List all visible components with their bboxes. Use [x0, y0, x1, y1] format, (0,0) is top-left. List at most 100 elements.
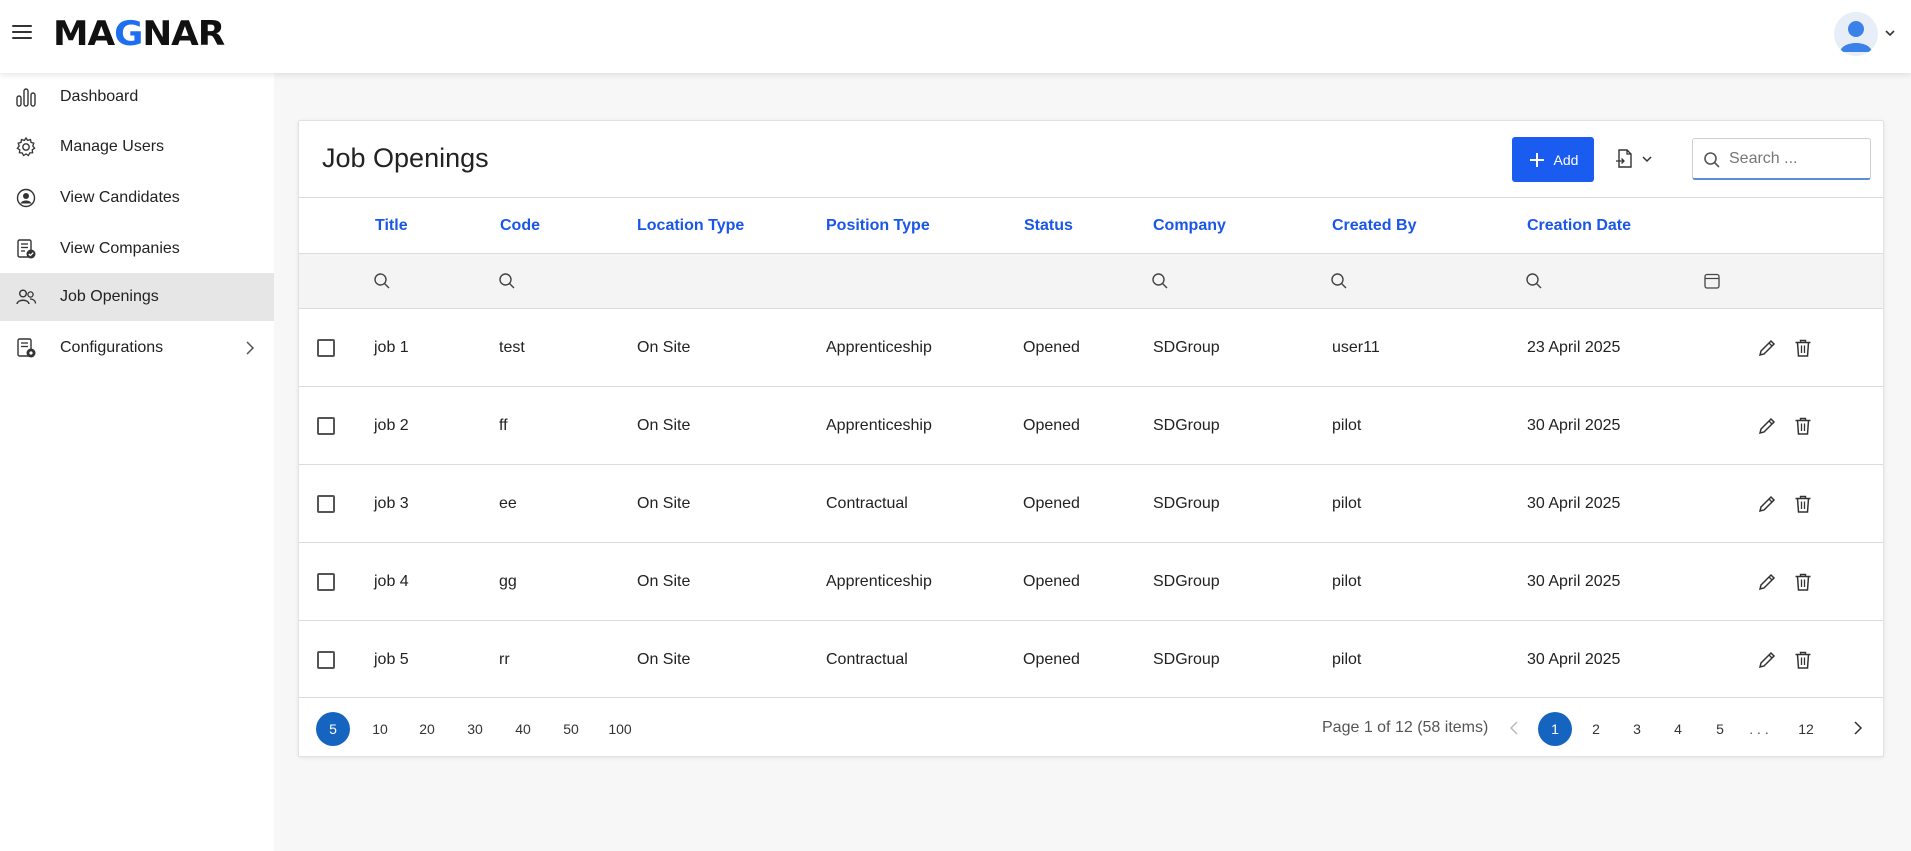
cell-created-by: pilot: [1332, 494, 1362, 512]
chevron-down-icon[interactable]: [1884, 28, 1896, 38]
column-header-creation-date[interactable]: Creation Date: [1527, 198, 1631, 253]
row-checkbox[interactable]: [317, 572, 335, 591]
prev-page-button[interactable]: [1504, 718, 1524, 738]
cell-status: Opened: [1023, 416, 1080, 434]
table-row[interactable]: job 1 test On Site Apprenticeship Opened…: [299, 308, 1883, 386]
page-size-option[interactable]: 20: [410, 712, 444, 746]
search-input[interactable]: [1729, 147, 1864, 171]
menu-icon[interactable]: [12, 24, 32, 40]
sidebar-item-view-companies[interactable]: View Companies: [0, 225, 274, 273]
export-button[interactable]: [1615, 147, 1661, 171]
row-checkbox[interactable]: [317, 416, 335, 435]
settings-document-icon: [15, 337, 37, 359]
filter-created-by[interactable]: [1330, 254, 1348, 308]
page-size-option[interactable]: 10: [363, 712, 397, 746]
table-row[interactable]: job 2 ff On Site Apprenticeship Opened S…: [299, 386, 1883, 464]
page-size-option[interactable]: 50: [554, 712, 588, 746]
cell-company: SDGroup: [1153, 338, 1220, 356]
column-header-position-type[interactable]: Position Type: [826, 198, 930, 253]
page-button[interactable]: 1: [1538, 712, 1572, 746]
sidebar: Dashboard Manage Users View Candidates V…: [0, 73, 274, 851]
sidebar-item-job-openings[interactable]: Job Openings: [0, 273, 274, 321]
table-row[interactable]: job 3 ee On Site Contractual Opened SDGr…: [299, 464, 1883, 542]
column-header-company[interactable]: Company: [1153, 198, 1226, 253]
table-row[interactable]: job 4 gg On Site Apprenticeship Opened S…: [299, 542, 1883, 620]
page-title: Job Openings: [322, 143, 489, 173]
row-checkbox-cell: [317, 543, 335, 620]
column-header-created-by[interactable]: Created By: [1332, 198, 1416, 253]
cell-title: job 5: [374, 650, 409, 668]
page-button[interactable]: 4: [1661, 712, 1695, 746]
sidebar-item-label: Job Openings: [60, 288, 159, 305]
cell-created-by: user11: [1332, 338, 1380, 356]
row-actions: [1755, 309, 1815, 386]
cell-company: SDGroup: [1153, 572, 1220, 590]
page-button[interactable]: 12: [1789, 712, 1823, 746]
add-button[interactable]: Add: [1512, 137, 1594, 182]
row-actions: [1755, 543, 1815, 620]
filter-code[interactable]: [498, 254, 516, 308]
page-size-option[interactable]: 30: [458, 712, 492, 746]
pencil-icon: [1758, 495, 1776, 512]
delete-button[interactable]: [1791, 492, 1815, 516]
edit-button[interactable]: [1755, 570, 1779, 594]
cell-location-type: On Site: [637, 572, 691, 590]
sidebar-item-manage-users[interactable]: Manage Users: [0, 123, 274, 171]
page-size-option[interactable]: 5: [316, 712, 350, 746]
chevron-right-icon: [246, 341, 255, 355]
page-button[interactable]: 3: [1620, 712, 1654, 746]
trash-icon: [1795, 417, 1811, 435]
cell-code: ff: [499, 416, 508, 434]
edit-button[interactable]: [1755, 336, 1779, 360]
cell-position-type: Contractual: [826, 494, 908, 512]
page-info: Page 1 of 12 (58 items): [1322, 719, 1489, 736]
cell-status: Opened: [1023, 572, 1080, 590]
table-row[interactable]: job 5 rr On Site Contractual Opened SDGr…: [299, 620, 1883, 698]
page-button[interactable]: 5: [1703, 712, 1737, 746]
trash-icon: [1795, 339, 1811, 357]
page-size-option[interactable]: 40: [506, 712, 540, 746]
gear-icon: [15, 136, 37, 158]
delete-button[interactable]: [1791, 336, 1815, 360]
edit-button[interactable]: [1755, 648, 1779, 672]
user-avatar[interactable]: [1834, 12, 1878, 56]
delete-button[interactable]: [1791, 648, 1815, 672]
cell-position-type: Apprenticeship: [826, 416, 932, 434]
cell-position-type: Contractual: [826, 650, 908, 668]
search-icon: [1331, 273, 1347, 289]
row-checkbox[interactable]: [317, 338, 335, 357]
delete-button[interactable]: [1791, 570, 1815, 594]
next-page-button[interactable]: [1848, 718, 1868, 738]
filter-company[interactable]: [1151, 254, 1169, 308]
table-filter-row: [299, 253, 1883, 308]
filter-date-picker[interactable]: [1703, 254, 1721, 308]
column-header-status[interactable]: Status: [1024, 198, 1073, 253]
search-icon: [1152, 273, 1168, 289]
page-size-option[interactable]: 100: [603, 712, 637, 746]
sidebar-item-view-candidates[interactable]: View Candidates: [0, 174, 274, 222]
cell-created-by: pilot: [1332, 650, 1362, 668]
column-header-title[interactable]: Title: [375, 198, 408, 253]
sidebar-item-dashboard[interactable]: Dashboard: [0, 73, 274, 121]
column-header-location-type[interactable]: Location Type: [637, 198, 744, 253]
pencil-icon: [1758, 573, 1776, 590]
app-logo[interactable]: MAGNAR: [53, 14, 225, 54]
cell-status: Opened: [1023, 650, 1080, 668]
delete-button[interactable]: [1791, 414, 1815, 438]
column-header-code[interactable]: Code: [500, 198, 540, 253]
search-icon: [499, 273, 515, 289]
page-button[interactable]: 2: [1579, 712, 1613, 746]
sidebar-item-label: View Candidates: [60, 189, 180, 206]
filter-creation-date[interactable]: [1525, 254, 1543, 308]
sidebar-item-configurations[interactable]: Configurations: [0, 324, 274, 372]
row-checkbox[interactable]: [317, 494, 335, 513]
filter-title[interactable]: [373, 254, 391, 308]
trash-icon: [1795, 573, 1811, 591]
add-button-label: Add: [1553, 151, 1579, 168]
cell-creation-date: 30 April 2025: [1527, 416, 1621, 434]
row-checkbox[interactable]: [317, 650, 335, 669]
sidebar-item-label: Dashboard: [60, 88, 139, 105]
cell-status: Opened: [1023, 494, 1080, 512]
edit-button[interactable]: [1755, 492, 1779, 516]
edit-button[interactable]: [1755, 414, 1779, 438]
